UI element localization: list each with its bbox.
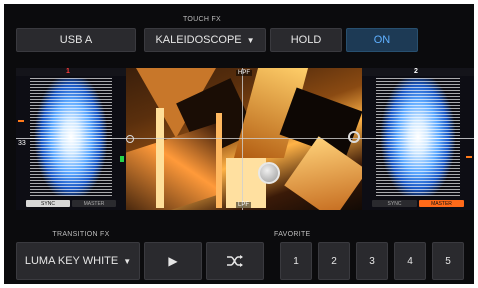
left-deck-center-line xyxy=(16,138,126,139)
lpf-label: LPF xyxy=(236,202,252,208)
left-master-button[interactable]: MASTER xyxy=(72,200,116,207)
favorite-button-3[interactable]: 3 xyxy=(356,242,388,280)
transition-select-label: LUMA KEY WHITE xyxy=(24,255,119,267)
favorite-button-2[interactable]: 2 xyxy=(318,242,350,280)
favorite-button-label: 2 xyxy=(331,255,337,267)
right-deck-center-line xyxy=(362,138,474,139)
favorite-button-5[interactable]: 5 xyxy=(432,242,464,280)
effect-select-label: KALEIDOSCOPE xyxy=(155,34,242,46)
right-master-button[interactable]: MASTER xyxy=(419,200,464,207)
xy-left-marker xyxy=(126,135,134,143)
left-deck-number-bar xyxy=(16,68,126,76)
hold-button[interactable]: HOLD xyxy=(270,28,342,52)
right-deck-waveform[interactable]: 2 SYNC MASTER xyxy=(362,68,474,210)
chevron-down-icon: ▼ xyxy=(123,256,132,266)
kaleido-shard xyxy=(216,113,222,208)
xy-vertical-line xyxy=(242,68,243,210)
right-deck-number: 2 xyxy=(414,68,418,75)
kaleido-shard xyxy=(284,136,362,210)
favorite-button-label: 1 xyxy=(293,255,299,267)
favorite-button-label: 5 xyxy=(445,255,451,267)
xy-right-target-icon xyxy=(348,131,360,143)
left-cue-marker xyxy=(18,120,24,122)
touch-fx-screen: TOUCH FX USB A KALEIDOSCOPE ▼ HOLD ON 1 … xyxy=(4,4,474,284)
left-deck-waveform[interactable]: 1 33 SYNC MASTER xyxy=(16,68,126,210)
transition-select[interactable]: LUMA KEY WHITE ▼ xyxy=(16,242,140,280)
left-deck-number: 1 xyxy=(66,68,70,75)
on-button[interactable]: ON xyxy=(346,28,418,52)
favorite-button-1[interactable]: 1 xyxy=(280,242,312,280)
transition-fx-label: TRANSITION FX xyxy=(52,231,110,238)
xy-horizontal-line xyxy=(126,138,362,139)
left-deck-sync-bar: SYNC MASTER xyxy=(26,200,116,207)
play-icon: ▶ xyxy=(168,254,178,268)
hpf-label: HPF xyxy=(236,70,252,76)
right-sync-button[interactable]: SYNC xyxy=(372,200,417,207)
kaleido-shard xyxy=(156,108,164,208)
source-button-label: USB A xyxy=(59,34,93,46)
touch-fx-label: TOUCH FX xyxy=(182,16,222,23)
source-button[interactable]: USB A xyxy=(16,28,136,52)
right-deck-sync-bar: SYNC MASTER xyxy=(372,200,464,207)
chevron-down-icon: ▼ xyxy=(246,35,255,45)
left-hotcue-marker xyxy=(120,156,124,162)
favorite-button-label: 3 xyxy=(369,255,375,267)
favorite-button-label: 4 xyxy=(407,255,413,267)
effect-select[interactable]: KALEIDOSCOPE ▼ xyxy=(144,28,266,52)
shuffle-icon xyxy=(227,255,243,267)
left-sync-button[interactable]: SYNC xyxy=(26,200,70,207)
right-deck-number-bar xyxy=(362,68,474,76)
left-deck-wave xyxy=(30,78,112,196)
xy-pad[interactable]: HPF LPF xyxy=(126,68,362,210)
favorite-button-4[interactable]: 4 xyxy=(394,242,426,280)
hold-button-label: HOLD xyxy=(290,34,322,46)
left-deck-tempo-tick: 33 xyxy=(18,140,26,147)
play-button[interactable]: ▶ xyxy=(144,242,202,280)
favorite-label: FAVORITE xyxy=(274,231,311,238)
xy-touch-point[interactable] xyxy=(258,162,280,184)
right-deck-wave xyxy=(376,78,460,196)
right-cue-marker xyxy=(466,156,472,158)
on-button-label: ON xyxy=(373,34,391,46)
shuffle-button[interactable] xyxy=(206,242,264,280)
